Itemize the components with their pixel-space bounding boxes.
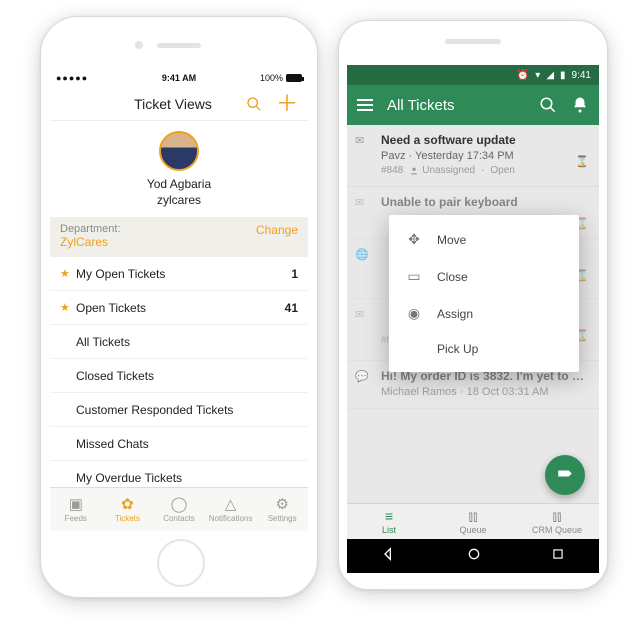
avatar — [159, 131, 199, 171]
ios-screen: ●●●●● 9:41 AM 100% Ticket Views ＋ Yod Ag… — [50, 69, 308, 531]
android-status-bar: ⏰ ▾ ◢ ▮ 9:41 — [347, 65, 599, 85]
appbar-title: All Tickets — [387, 97, 525, 114]
profile-block: Yod Agbaria zylcares — [50, 121, 308, 217]
ticket-from: Pavz — [381, 150, 405, 162]
hamburger-icon[interactable] — [357, 96, 373, 114]
speaker-slot — [157, 43, 201, 48]
tab-notifications[interactable]: △Notifications — [205, 488, 257, 531]
mail-icon: ✉ — [355, 134, 364, 147]
android-screen: ⏰ ▾ ◢ ▮ 9:41 All Tickets ✉ Need a softwa… — [347, 65, 599, 573]
view-count: 41 — [285, 301, 298, 315]
profile-org: zylcares — [50, 193, 308, 207]
ticket-id: #848 — [381, 165, 403, 176]
globe-icon: 🌐 — [355, 248, 369, 261]
camera-dot — [135, 41, 143, 49]
menu-item-move[interactable]: ✥Move — [389, 221, 579, 258]
menu-item-pickup[interactable]: Pick Up — [389, 332, 579, 366]
signal-icon: ◢ — [546, 70, 554, 81]
view-row[interactable]: Customer Responded Tickets — [50, 393, 308, 427]
gear-icon: ⚙ — [275, 497, 288, 512]
ticket-status: Open — [490, 165, 514, 176]
hourglass-icon: ⌛ — [575, 155, 589, 168]
android-bottom-tabs: ≡List ⫾⫾Queue ⫾⫾CRM Queue — [347, 503, 599, 539]
battery-icon — [286, 74, 302, 82]
menu-item-close[interactable]: ▭Close — [389, 258, 579, 295]
back-icon[interactable] — [381, 546, 397, 567]
iphone-device: ●●●●● 9:41 AM 100% Ticket Views ＋ Yod Ag… — [40, 16, 318, 598]
ticket-when: 18 Oct 03:31 AM — [467, 386, 549, 398]
move-icon: ✥ — [405, 231, 423, 248]
department-value: ZylCares — [60, 235, 121, 249]
ticket-subject: Need a software update — [381, 133, 589, 147]
ticket-item[interactable]: ✉ Need a software update Pavz · Yesterda… — [347, 125, 599, 187]
bell-icon[interactable] — [571, 96, 589, 114]
assign-icon: ◉ — [405, 305, 423, 322]
status-time: 9:41 AM — [50, 73, 308, 83]
android-device: ⏰ ▾ ◢ ▮ 9:41 All Tickets ✉ Need a softwa… — [338, 20, 608, 590]
view-row[interactable]: Missed Chats — [50, 427, 308, 461]
list-icon: ≡ — [385, 509, 393, 523]
ticket-icon — [556, 466, 574, 484]
star-icon: ★ — [60, 301, 76, 314]
contacts-icon: ◯ — [171, 497, 188, 512]
department-change-link[interactable]: Change — [256, 223, 298, 237]
home-icon[interactable] — [466, 546, 482, 567]
ios-status-bar: ●●●●● 9:41 AM 100% — [50, 69, 308, 87]
page-title: Ticket Views — [134, 96, 212, 112]
ticket-when: Yesterday 17:34 PM — [415, 150, 514, 162]
alarm-icon: ⏰ — [517, 70, 529, 81]
tab-contacts[interactable]: ◯Contacts — [153, 488, 205, 531]
department-label: Department: — [60, 223, 121, 235]
tab-settings[interactable]: ⚙Settings — [256, 488, 308, 531]
view-row[interactable]: ★My Open Tickets1 — [50, 257, 308, 291]
ticket-assignee: Unassigned — [409, 165, 475, 176]
android-navbar — [347, 539, 599, 573]
mail-icon: ✉ — [355, 308, 364, 321]
add-icon[interactable]: ＋ — [276, 93, 298, 115]
fab-new-ticket[interactable] — [545, 455, 585, 495]
queue-icon: ⫾⫾ — [469, 509, 478, 523]
bottom-tab-queue[interactable]: ⫾⫾Queue — [431, 504, 515, 539]
menu-item-assign[interactable]: ◉Assign — [389, 295, 579, 332]
star-icon: ★ — [60, 267, 76, 280]
view-row[interactable]: Closed Tickets — [50, 359, 308, 393]
search-icon[interactable] — [539, 96, 557, 114]
department-bar: Department: ZylCares Change — [50, 217, 308, 257]
battery-icon: ▮ — [560, 70, 566, 81]
recents-icon[interactable] — [551, 547, 565, 566]
tab-feeds[interactable]: ▣Feeds — [50, 488, 102, 531]
search-icon[interactable] — [246, 96, 262, 112]
ticket-subject: Unable to pair keyboard — [381, 195, 589, 209]
close-ticket-icon: ▭ — [405, 268, 423, 285]
status-time: 9:41 — [572, 70, 591, 81]
view-count: 1 — [291, 267, 298, 281]
bottom-tab-crm-queue[interactable]: ⫾⫾CRM Queue — [515, 504, 599, 539]
view-row[interactable]: ★Open Tickets41 — [50, 291, 308, 325]
view-row[interactable]: All Tickets — [50, 325, 308, 359]
bell-icon: △ — [225, 497, 237, 512]
ios-tabbar: ▣Feeds ✿Tickets ◯Contacts △Notifications… — [50, 487, 308, 531]
bottom-tab-list[interactable]: ≡List — [347, 504, 431, 539]
ios-navbar: Ticket Views ＋ — [50, 87, 308, 121]
tab-tickets[interactable]: ✿Tickets — [102, 488, 154, 531]
tickets-icon: ✿ — [121, 497, 134, 512]
android-appbar: All Tickets — [347, 85, 599, 125]
wifi-icon: ▾ — [535, 70, 540, 81]
feeds-icon: ▣ — [69, 497, 83, 512]
mail-icon: ✉ — [355, 196, 364, 209]
profile-name: Yod Agbaria — [50, 177, 308, 191]
speaker-slot — [445, 39, 501, 44]
ticket-context-menu: ✥Move ▭Close ◉Assign Pick Up — [389, 215, 579, 372]
crm-queue-icon: ⫾⫾ — [553, 509, 562, 523]
ticket-from: Michael Ramos — [381, 386, 457, 398]
chat-icon: 💬 — [355, 370, 369, 383]
